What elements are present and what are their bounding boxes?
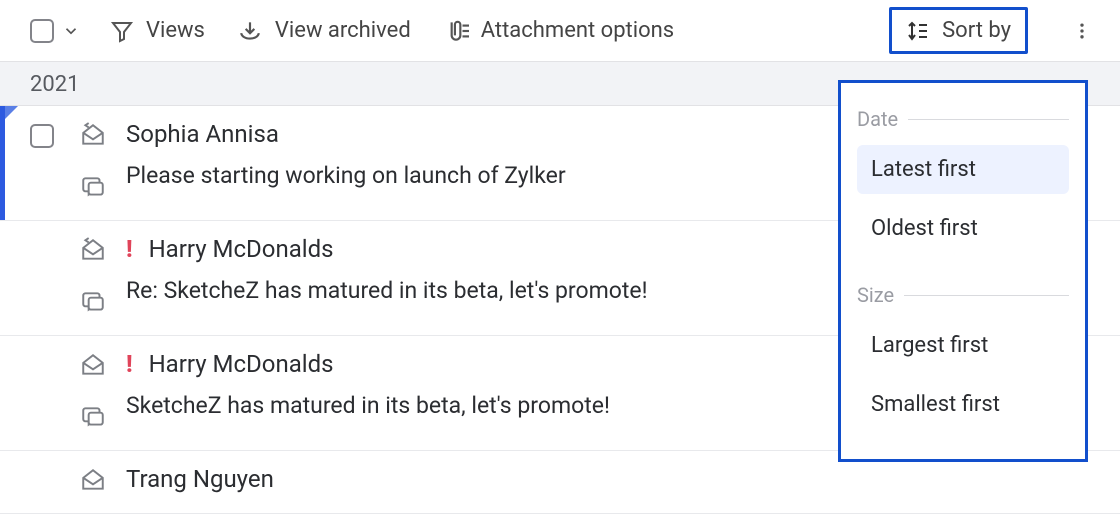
divider: [908, 119, 1069, 120]
mail-open-icon: [80, 352, 106, 384]
sort-option[interactable]: Largest first: [857, 321, 1069, 370]
sort-icon: [906, 19, 930, 43]
sort-group-label: Date: [857, 107, 1069, 131]
conversation-icon: [80, 174, 106, 206]
attachment-options-label: Attachment options: [481, 18, 674, 43]
sort-option[interactable]: Oldest first: [857, 204, 1069, 253]
sort-group-text: Date: [857, 107, 898, 131]
sort-option[interactable]: Latest first: [857, 145, 1069, 194]
sort-by-label: Sort by: [942, 18, 1011, 43]
sort-by-button[interactable]: Sort by: [889, 7, 1028, 54]
sort-popup: Date Latest first Oldest first Size Largest …: [838, 80, 1088, 462]
sender-text: Harry McDonalds: [149, 350, 334, 378]
toolbar: Views View archived Attachment options S…: [0, 0, 1120, 62]
views-label: Views: [146, 18, 205, 43]
sender-name: Trang Nguyen: [126, 465, 1100, 493]
sender-text: Sophia Annisa: [126, 120, 279, 148]
row-checkbox[interactable]: [30, 124, 54, 148]
mail-open-reply-icon: [80, 237, 106, 269]
year-label: 2021: [30, 72, 79, 97]
view-archived-label: View archived: [275, 18, 411, 43]
view-archived-button[interactable]: View archived: [235, 14, 413, 48]
select-all-wrap[interactable]: [30, 19, 80, 43]
sort-option[interactable]: Smallest first: [857, 380, 1069, 429]
attachment-options-button[interactable]: Attachment options: [441, 14, 676, 48]
filter-icon: [110, 19, 134, 43]
select-all-checkbox[interactable]: [30, 19, 54, 43]
views-button[interactable]: Views: [108, 14, 207, 47]
chevron-down-icon[interactable]: [62, 22, 80, 40]
sort-group-text: Size: [857, 283, 894, 307]
divider: [904, 295, 1069, 296]
archive-icon: [237, 18, 263, 44]
conversation-icon: [80, 404, 106, 436]
conversation-icon: [80, 289, 106, 321]
sender-text: Trang Nguyen: [126, 465, 274, 493]
more-menu-button[interactable]: [1066, 13, 1098, 49]
attachment-icon: [443, 18, 469, 44]
sender-text: Harry McDonalds: [149, 235, 334, 263]
mail-open-reply-icon: [80, 122, 106, 154]
priority-icon: !: [126, 350, 133, 378]
priority-icon: !: [126, 235, 133, 263]
sort-group-label: Size: [857, 283, 1069, 307]
more-vertical-icon: [1072, 19, 1092, 43]
mail-open-icon: [80, 467, 106, 499]
